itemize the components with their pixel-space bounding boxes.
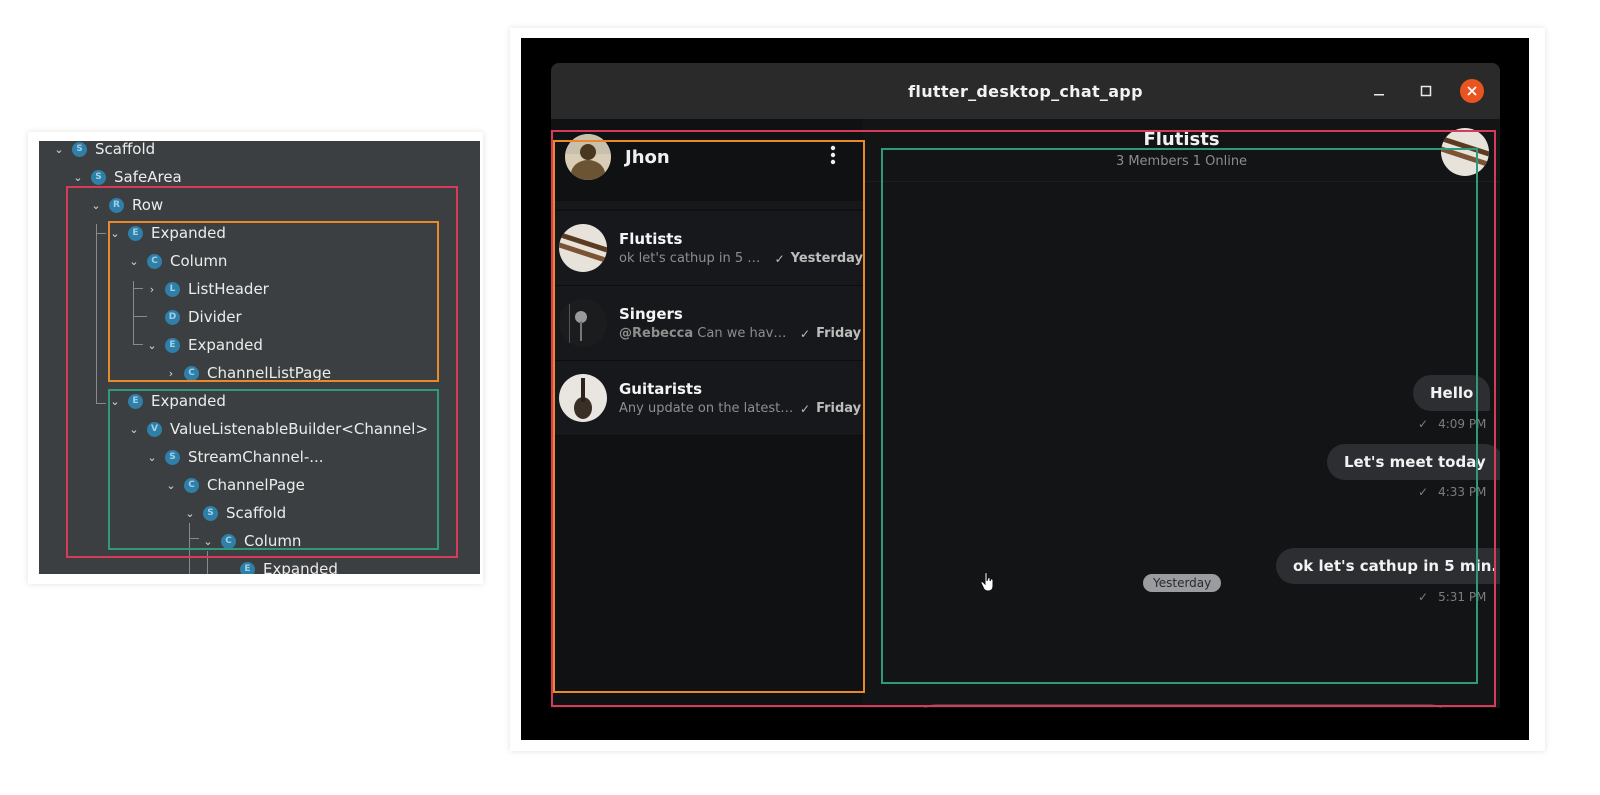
tree-node-scaffold[interactable]: ⌄ S Scaffold [52, 141, 155, 161]
hand-cursor-icon [980, 572, 995, 596]
chevron-down-icon[interactable]: ⌄ [71, 170, 85, 184]
pointer-hand-image [980, 572, 994, 592]
sidebar-highlight [108, 221, 439, 382]
chat-highlight [881, 148, 1478, 684]
tree-node-label: Expanded [263, 560, 338, 574]
window-titlebar[interactable]: flutter_desktop_chat_app [551, 63, 1500, 119]
widget-tree: ⌄ S Scaffold ⌄ S SafeArea ⌄ R Row ⌄ E Ex… [39, 141, 480, 574]
close-button[interactable] [1460, 79, 1484, 103]
chat-highlight [108, 389, 439, 550]
minimize-icon [1374, 94, 1384, 96]
tree-node-label: SafeArea [114, 168, 182, 186]
window-title: flutter_desktop_chat_app [908, 81, 1143, 101]
tree-node-expanded[interactable]: E Expanded [220, 557, 338, 574]
chevron-down-icon[interactable]: ⌄ [52, 142, 66, 156]
widget-badge-icon: S [72, 141, 87, 157]
close-icon [1467, 86, 1477, 96]
widget-badge-icon: E [240, 561, 255, 574]
widget-badge-icon: S [91, 169, 106, 185]
sidebar-highlight [553, 140, 865, 693]
maximize-button[interactable] [1414, 79, 1438, 103]
minimize-button[interactable] [1367, 79, 1391, 103]
maximize-icon [1420, 85, 1432, 97]
tree-node-label: Scaffold [95, 141, 156, 158]
app-window: flutter_desktop_chat_app Jhon Flutists o… [551, 63, 1500, 708]
